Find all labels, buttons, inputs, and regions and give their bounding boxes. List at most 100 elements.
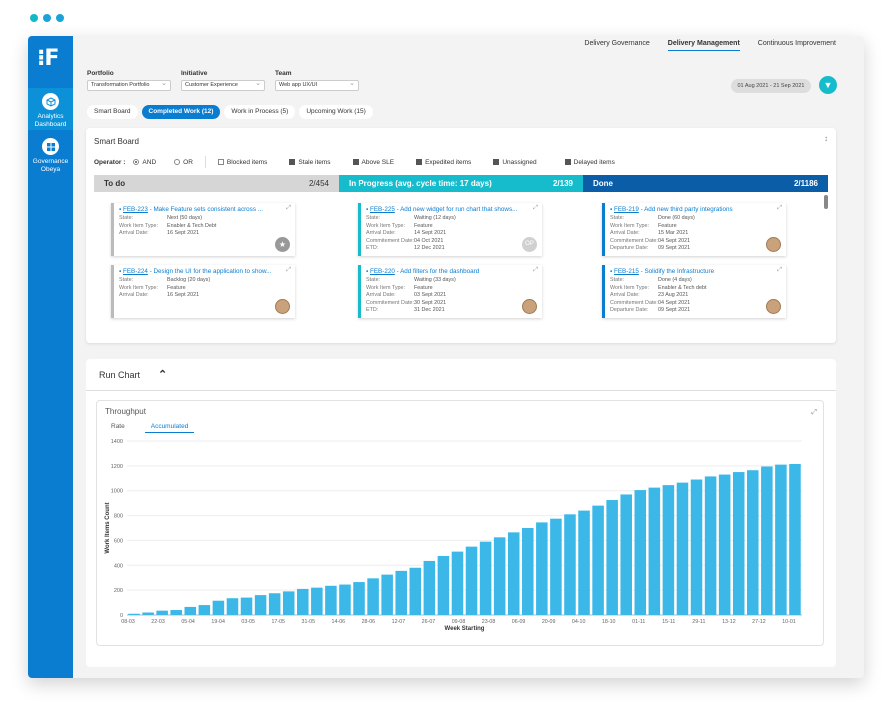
x-tick-label: 29-11 [692, 619, 705, 625]
tab-rate[interactable]: Rate [111, 423, 125, 433]
window-dot[interactable] [30, 14, 38, 22]
operator-or[interactable]: OR [174, 158, 193, 166]
portfolio-select[interactable]: Transformation Portfolio [87, 79, 171, 91]
filter-button[interactable]: ▼ [819, 76, 837, 94]
board-columns: ▪ FEB-223 - Make Feature sets consistent… [94, 192, 828, 326]
work-item-card[interactable]: ▪ FEB-219 - Add new third party integrat… [602, 203, 786, 256]
avatar [766, 237, 781, 252]
tab-continuous-improvement[interactable]: Continuous Improvement [758, 40, 836, 51]
x-tick-label: 05-04 [181, 619, 195, 625]
y-tick-label: 1200 [111, 464, 123, 470]
x-tick-label: 31-05 [302, 619, 316, 625]
throughput-chart: 020040060080010001200140008-03 22-03 05-04… [105, 439, 802, 632]
tab-delivery-management[interactable]: Delivery Management [667, 40, 740, 51]
bar [395, 570, 407, 615]
expand-icon[interactable]: ⤢ [533, 267, 538, 274]
x-tick-label: 03-05 [241, 619, 255, 625]
run-chart-header[interactable]: Run Chart ⌃ [86, 359, 836, 391]
check-stale-items[interactable]: Stale items [289, 158, 331, 166]
bar [268, 593, 281, 615]
x-tick-label: 22-03 [151, 619, 165, 625]
x-tick-label: 27-12 [752, 619, 766, 625]
bar [550, 518, 562, 615]
window-dot[interactable] [43, 14, 51, 22]
check-unassigned[interactable]: Unassigned [493, 158, 537, 166]
x-tick-label: 10-01 [782, 619, 796, 625]
initiative-label: Initiative [181, 70, 208, 77]
tab-delivery-governance[interactable]: Delivery Governance [584, 40, 649, 51]
bar [437, 555, 450, 615]
expand-icon[interactable]: ⤢ [533, 205, 538, 212]
initiative-select[interactable]: Customer Experience [181, 79, 265, 91]
bar [184, 606, 197, 615]
bar [339, 584, 351, 615]
x-tick-label: 09-08 [452, 619, 466, 625]
checkbox-icon [217, 158, 224, 165]
check-expedited-items[interactable]: Expedited items [416, 158, 471, 166]
column-header-in-progress: In Progress (avg. cycle time: 17 days) 2/… [339, 175, 583, 192]
work-item-card[interactable]: ▪ FEB-215 - Solidify the Infrastructure … [602, 265, 786, 318]
throughput-card: Throughput ⤢ Rate Accumulated 0 200 400 600… [96, 400, 824, 646]
bar [690, 479, 703, 615]
divider [204, 156, 206, 168]
smart-board-panel: Smart Board ↕ Operator : AND OR Blocked … [86, 128, 836, 343]
work-item-card[interactable]: ▪ FEB-220 - Add filters for the dashboar… [358, 265, 542, 318]
work-item-card[interactable]: ▪ FEB-224 - Design the UI for the applic… [111, 265, 295, 318]
x-axis-label: Week Starting [445, 626, 485, 632]
tab-smart-board[interactable]: Smart Board [87, 105, 138, 119]
work-item-card[interactable]: ▪ FEB-223 - Make Feature sets consistent… [111, 203, 295, 256]
app-logo: ⁝F [37, 46, 59, 71]
y-tick-label: 1000 [111, 489, 123, 495]
tab-accumulated[interactable]: Accumulated [144, 423, 195, 433]
bar [704, 476, 717, 615]
bar [465, 546, 478, 615]
bar [761, 466, 773, 615]
expand-icon[interactable]: ↕ [824, 134, 828, 143]
bar [297, 588, 309, 615]
bar [789, 463, 801, 615]
operator-row: Operator : AND OR Blocked items Stale it… [94, 156, 615, 168]
bar [620, 494, 632, 615]
bar [536, 522, 548, 615]
team-select[interactable]: Web app UX/UI [275, 79, 359, 91]
avatar [766, 299, 781, 314]
tab-upcoming-work[interactable]: Upcoming Work (15) [299, 105, 373, 119]
tab-completed-work[interactable]: Completed Work (12) [141, 105, 221, 119]
throughput-title: Throughput [105, 407, 146, 416]
throughput-tabs: Rate Accumulated [111, 423, 195, 433]
avatar [522, 299, 537, 314]
radio-icon [174, 158, 181, 165]
expand-icon[interactable]: ⤢ [777, 205, 782, 212]
scrollbar[interactable] [824, 195, 828, 209]
sidebar-item-label: Governance [32, 158, 69, 165]
expand-icon[interactable]: ⤢ [286, 205, 291, 212]
radio-icon [133, 158, 140, 165]
sidebar-item-governance-obeya[interactable]: Governance Obeya [28, 138, 73, 180]
date-range-picker[interactable]: 01 Aug 2021 - 21 Sep 2021 [731, 79, 811, 93]
bar [282, 591, 295, 615]
check-delayed-items[interactable]: Delayed items [564, 158, 615, 166]
grid-icon [42, 138, 59, 155]
chevron-up-icon[interactable]: ⌃ [158, 368, 167, 381]
bar [592, 505, 604, 615]
check-above-sle[interactable]: Above SLE [352, 158, 394, 166]
bar [732, 472, 745, 615]
work-item-card[interactable]: ▪ FEB-225 - Add new widget for run chart… [358, 203, 542, 256]
cube-icon [42, 93, 59, 110]
sidebar-item-analytics-dashboard[interactable]: Analytics Dashboard [28, 88, 73, 130]
tab-work-in-process[interactable]: Work in Process (5) [224, 105, 296, 119]
operator-and[interactable]: AND [133, 158, 156, 166]
x-tick-label: 17-05 [271, 619, 285, 625]
check-blocked-items[interactable]: Blocked items [217, 158, 267, 166]
expand-icon[interactable]: ⤢ [777, 267, 782, 274]
window-dot[interactable] [56, 14, 64, 22]
expand-icon[interactable]: ⤢ [811, 409, 817, 417]
view-tabs: Smart Board Completed Work (12) Work in … [87, 105, 373, 119]
window-controls [30, 14, 64, 22]
initiative-filter: Initiative Customer Experience [181, 70, 265, 91]
bar [212, 600, 225, 615]
checkbox-icon [352, 158, 359, 165]
sidebar-item-label: Analytics [37, 113, 64, 120]
expand-icon[interactable]: ⤢ [286, 267, 291, 274]
bar [156, 610, 168, 615]
